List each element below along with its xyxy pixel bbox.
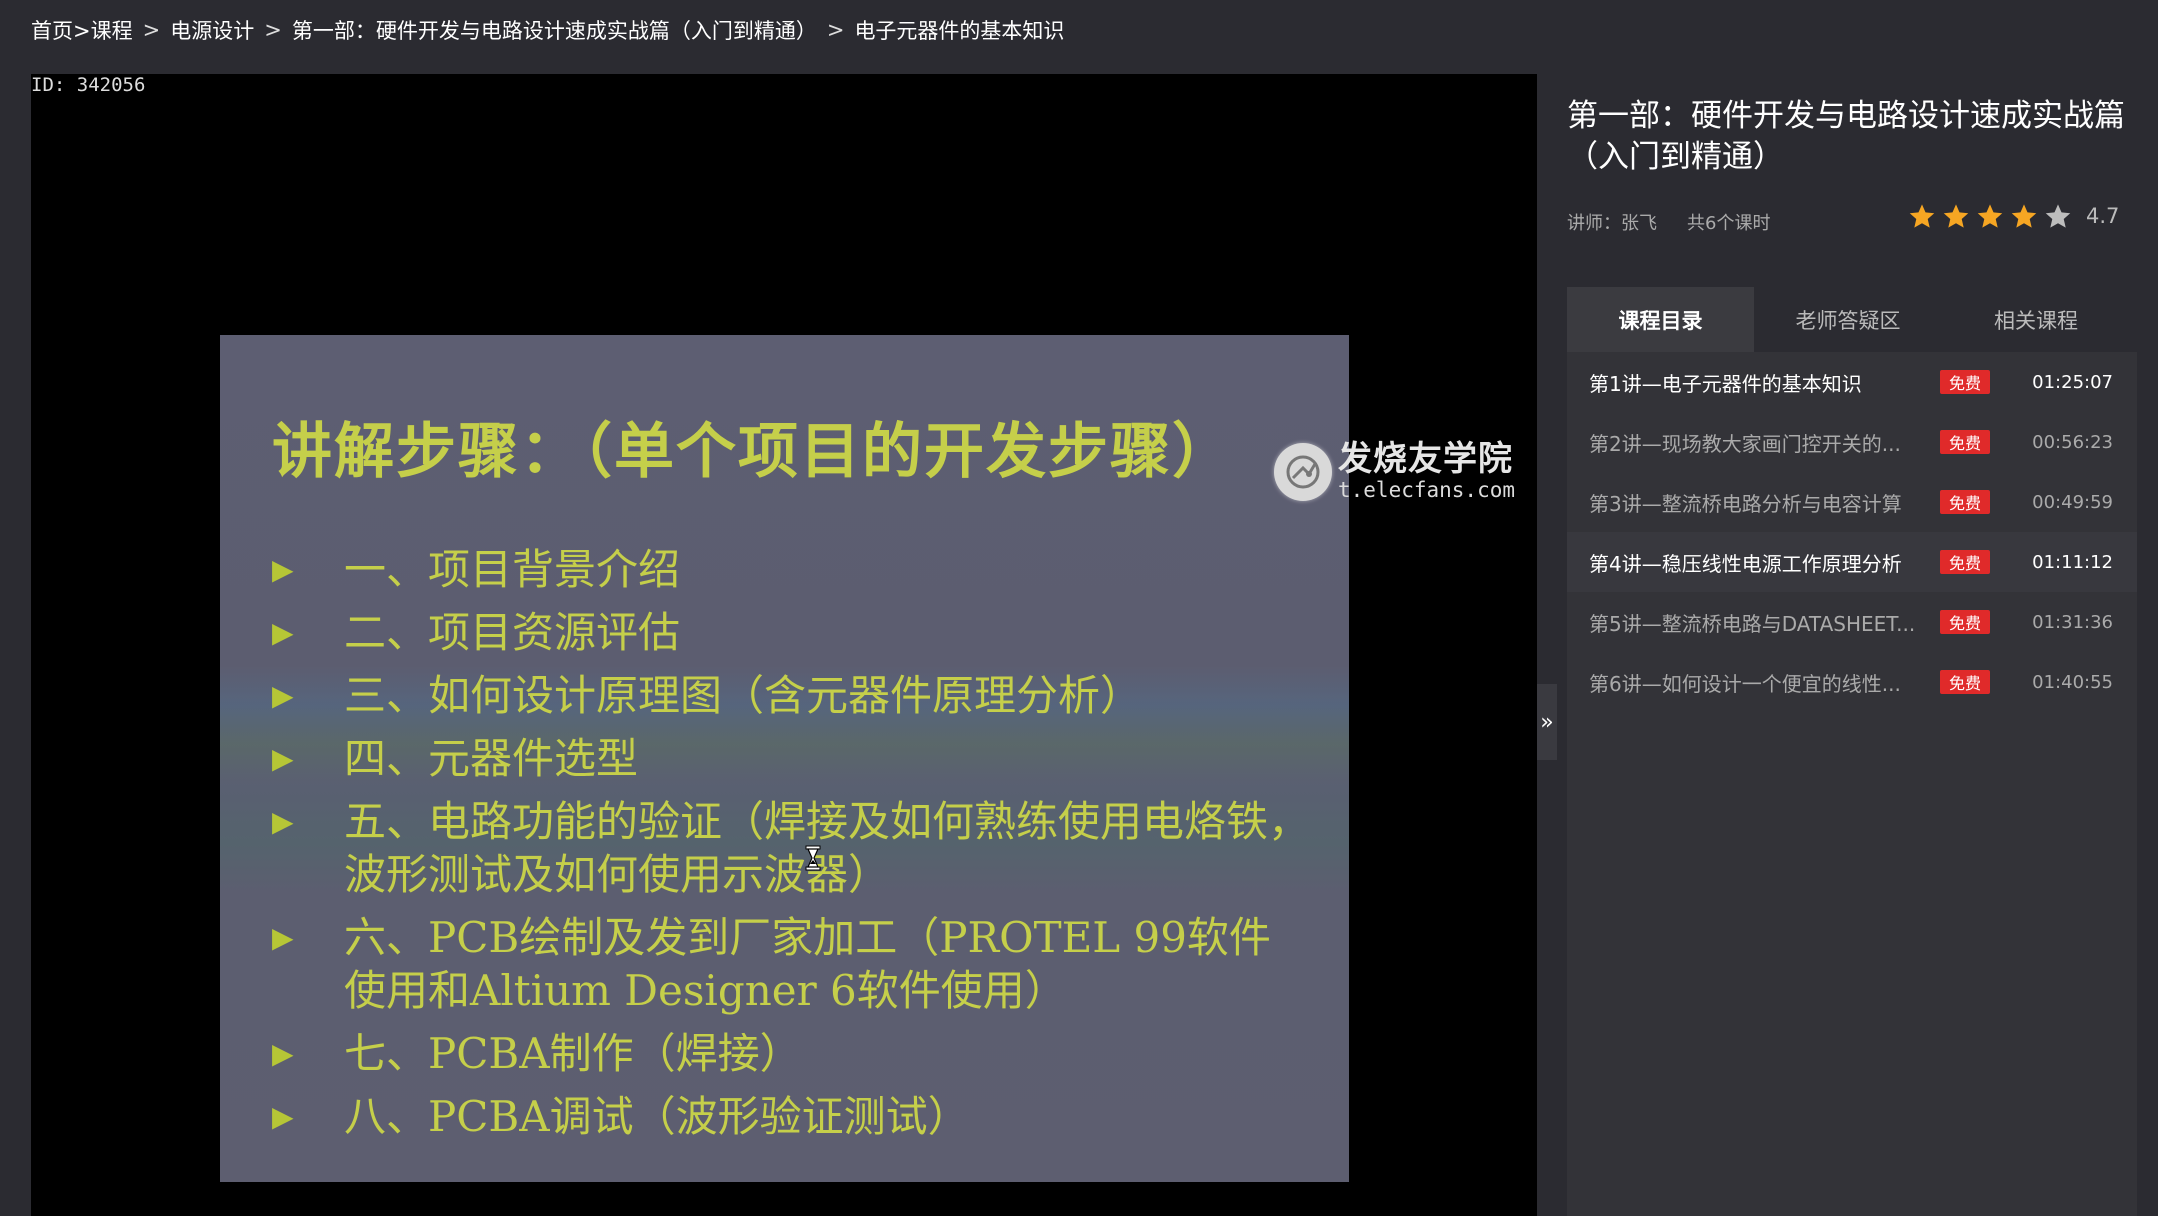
video-player[interactable]: ID: 342056 讲解步骤：（单个项目的开发步骤） ▶ 一、项目背景介绍 ▶ 二… xyxy=(31,74,1537,1216)
breadcrumb-power-design[interactable]: 电源设计 xyxy=(170,15,254,45)
slide-step-text: 六、PCB绘制及发到厂家加工（PROTEL 99软件使用和Altium Desi… xyxy=(344,913,1271,1015)
triangle-bullet-icon: ▶ xyxy=(272,1037,294,1070)
triangle-bullet-icon: ▶ xyxy=(272,553,294,586)
slide-step-text: 八、PCBA调试（波形验证测试） xyxy=(344,1092,970,1141)
lesson-title: 第2讲—现场教大家画门控开关的... xyxy=(1589,431,1901,456)
slide-step-text: 七、PCBA制作（焊接） xyxy=(344,1029,802,1078)
slide-step-item: ▶ 八、PCBA调试（波形验证测试） xyxy=(272,1090,1312,1143)
elecfans-logo-icon xyxy=(1274,442,1332,501)
breadcrumb-course[interactable]: 第一部：硬件开发与电路设计速成实战篇（入门到精通） xyxy=(292,15,817,45)
free-badge: 免费 xyxy=(1940,550,1990,574)
slide-step-item: ▶ 一、项目背景介绍 xyxy=(272,543,1312,596)
video-id-label: ID: 342056 xyxy=(31,74,146,96)
lesson-duration: 01:40:55 xyxy=(2032,671,2113,693)
breadcrumb-separator: > xyxy=(264,18,282,42)
slide-step-item: ▶ 二、项目资源评估 xyxy=(272,606,1312,659)
course-side-panel: 课程目录 老师答疑区 相关课程 第1讲—电子元器件的基本知识 免费 01:25:… xyxy=(1567,287,2137,1216)
lesson-title: 第4讲—稳压线性电源工作原理分析 xyxy=(1589,551,1902,576)
slide-step-text: 一、项目背景介绍 xyxy=(344,545,681,594)
lesson-duration: 01:25:07 xyxy=(2032,371,2113,393)
slide-step-item: ▶ 三、如何设计原理图（含元器件原理分析） xyxy=(272,669,1312,722)
slide-title: 讲解步骤：（单个项目的开发步骤） xyxy=(272,417,1234,487)
triangle-bullet-icon: ▶ xyxy=(272,1100,294,1133)
lesson-duration: 01:11:12 xyxy=(2032,551,2113,573)
slide-step-text: 五、电路功能的验证（焊接及如何熟练使用电烙铁，波形测试及如何使用示波器） xyxy=(344,797,1311,899)
course-rating: 4.7 xyxy=(1908,202,2119,230)
free-badge: 免费 xyxy=(1940,430,1990,454)
collapse-sidebar-button[interactable]: » xyxy=(1537,684,1557,760)
rating-value: 4.7 xyxy=(2086,204,2120,228)
slide-step-item: ▶ 七、PCBA制作（焊接） xyxy=(272,1027,1312,1080)
course-title: 第一部：硬件开发与电路设计速成实战篇（入门到精通） xyxy=(1567,98,2125,175)
triangle-bullet-icon: ▶ xyxy=(272,679,294,712)
lesson-title: 第5讲—整流桥电路与DATASHEET... xyxy=(1589,611,1916,636)
free-badge: 免费 xyxy=(1940,370,1990,394)
lesson-list: 第1讲—电子元器件的基本知识 免费 01:25:07 第2讲—现场教大家画门控开… xyxy=(1567,352,2137,712)
tab-teacher-qa[interactable]: 老师答疑区 xyxy=(1754,287,1942,352)
star-icon xyxy=(1909,204,1935,228)
breadcrumb: 首页>课程 > 电源设计 > 第一部：硬件开发与电路设计速成实战篇（入门到精通）… xyxy=(31,14,1064,46)
lesson-item[interactable]: 第4讲—稳压线性电源工作原理分析 免费 01:11:12 xyxy=(1567,532,2137,592)
tab-course-catalog[interactable]: 课程目录 xyxy=(1567,287,1754,352)
lesson-item[interactable]: 第1讲—电子元器件的基本知识 免费 01:25:07 xyxy=(1567,352,2137,412)
lesson-duration: 01:31:36 xyxy=(2032,611,2113,633)
lesson-title: 第3讲—整流桥电路分析与电容计算 xyxy=(1589,491,1902,516)
slide-step-text: 二、项目资源评估 xyxy=(344,608,681,657)
slide-step-item: ▶ 五、电路功能的验证（焊接及如何熟练使用电烙铁，波形测试及如何使用示波器） xyxy=(272,795,1312,901)
tab-related-courses[interactable]: 相关课程 xyxy=(1942,287,2130,352)
breadcrumb-separator: > xyxy=(142,18,161,42)
star-icon xyxy=(1943,204,1969,228)
triangle-bullet-icon: ▶ xyxy=(272,616,294,649)
lecture-slide: 讲解步骤：（单个项目的开发步骤） ▶ 一、项目背景介绍 ▶ 二、项目资源评估 ▶ 三、… xyxy=(220,335,1349,1182)
free-badge: 免费 xyxy=(1940,670,1990,694)
slide-step-item: ▶ 四、元器件选型 xyxy=(272,732,1312,785)
lesson-title: 第1讲—电子元器件的基本知识 xyxy=(1589,371,1862,396)
lesson-item[interactable]: 第6讲—如何设计一个便宜的线性... 免费 01:40:55 xyxy=(1567,652,2137,712)
lesson-item[interactable]: 第2讲—现场教大家画门控开关的... 免费 00:56:23 xyxy=(1567,412,2137,472)
hourglass-cursor-icon xyxy=(805,845,821,871)
slide-step-item: ▶ 六、PCB绘制及发到厂家加工（PROTEL 99软件使用和Altium Des… xyxy=(272,911,1312,1017)
slide-step-text: 三、如何设计原理图（含元器件原理分析） xyxy=(344,671,1143,720)
watermark-brand-cn: 发烧友学院 xyxy=(1338,439,1513,479)
lesson-count-label: 共6个课时 xyxy=(1687,213,1771,234)
slide-step-list: ▶ 一、项目背景介绍 ▶ 二、项目资源评估 ▶ 三、如何设计原理图（含元器件原理分析）… xyxy=(272,543,1312,1153)
star-empty-icon xyxy=(2045,204,2071,228)
lesson-item[interactable]: 第3讲—整流桥电路分析与电容计算 免费 00:49:59 xyxy=(1567,472,2137,532)
breadcrumb-current-lesson: 电子元器件的基本知识 xyxy=(854,19,1065,43)
panel-tabs: 课程目录 老师答疑区 相关课程 xyxy=(1567,287,2137,352)
lesson-title: 第6讲—如何设计一个便宜的线性... xyxy=(1589,671,1901,696)
lesson-duration: 00:56:23 xyxy=(2032,431,2113,453)
watermark-brand-url: t.elecfans.com xyxy=(1338,478,1516,502)
triangle-bullet-icon: ▶ xyxy=(272,921,294,954)
free-badge: 免费 xyxy=(1940,610,1990,634)
instructor-label: 讲师：张飞 xyxy=(1567,213,1657,234)
breadcrumb-separator: > xyxy=(826,18,845,42)
course-meta: 讲师：张飞 共6个课时 xyxy=(1567,209,1770,235)
star-icon xyxy=(1977,204,2003,228)
triangle-bullet-icon: ▶ xyxy=(272,805,294,838)
breadcrumb-home-courses[interactable]: 首页>课程 xyxy=(31,15,133,45)
slide-step-text: 四、元器件选型 xyxy=(344,734,639,783)
star-icon xyxy=(2011,204,2037,228)
elecfans-watermark: 发烧友学院 t.elecfans.com xyxy=(1274,442,1515,501)
triangle-bullet-icon: ▶ xyxy=(272,742,294,775)
lesson-item[interactable]: 第5讲—整流桥电路与DATASHEET... 免费 01:31:36 xyxy=(1567,592,2137,652)
lesson-duration: 00:49:59 xyxy=(2032,491,2113,513)
free-badge: 免费 xyxy=(1940,490,1990,514)
